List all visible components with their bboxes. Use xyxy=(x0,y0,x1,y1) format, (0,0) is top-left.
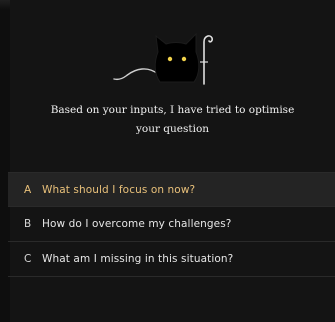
assistant-message-line-2: your question xyxy=(135,123,210,135)
black-cat-with-cane-icon xyxy=(110,22,240,88)
assistant-message: Based on your inputs, I have tried to op… xyxy=(30,101,315,139)
question-options-list: A What should I focus on now? B How do I… xyxy=(8,172,335,277)
option-a[interactable]: A What should I focus on now? xyxy=(8,172,335,207)
option-c[interactable]: C What am I missing in this situation? xyxy=(8,242,335,277)
option-text: What am I missing in this situation? xyxy=(42,253,234,265)
assistant-message-line-1: Based on your inputs, I have tried to op… xyxy=(50,104,295,116)
option-b[interactable]: B How do I overcome my challenges? xyxy=(8,207,335,242)
option-letter: C xyxy=(24,253,32,265)
option-text: What should I focus on now? xyxy=(42,183,196,196)
option-letter: B xyxy=(24,218,32,230)
option-letter: A xyxy=(24,183,32,196)
option-text: How do I overcome my challenges? xyxy=(42,218,232,230)
